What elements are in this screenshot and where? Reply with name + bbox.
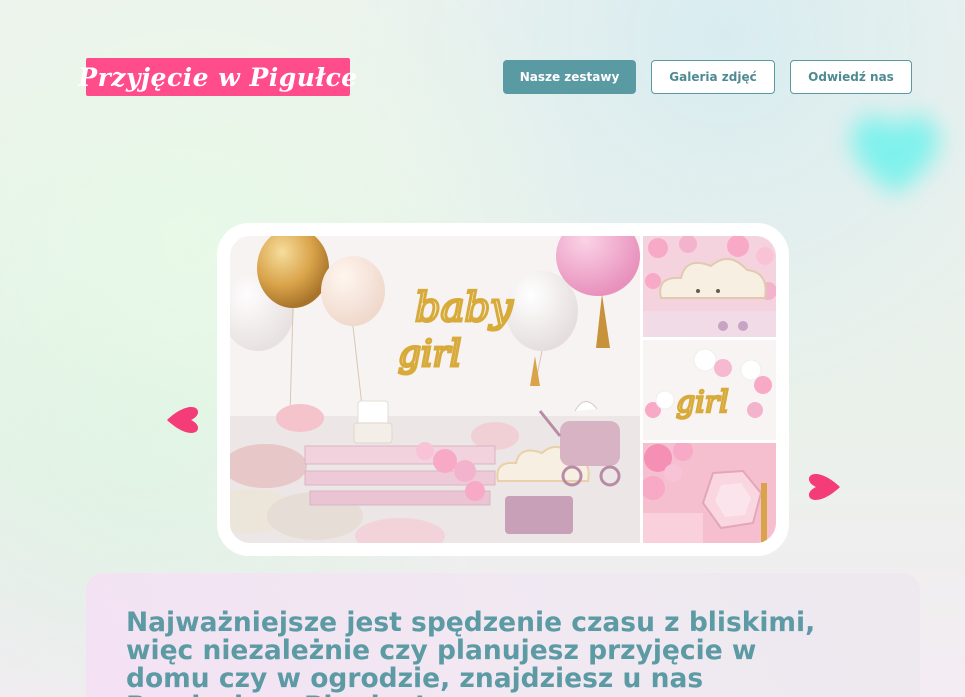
heart-left-arrow-icon bbox=[167, 407, 199, 433]
nav-button-our-sets[interactable]: Nasze zestawy bbox=[503, 60, 636, 94]
carousel-prev-button[interactable] bbox=[165, 401, 199, 439]
carousel-next-button[interactable] bbox=[808, 468, 842, 506]
main-party-photo: baby girl bbox=[230, 236, 640, 543]
girl-foil-text: girl bbox=[398, 334, 461, 375]
baby-foil-text: baby bbox=[415, 285, 514, 331]
decorative-glow-heart bbox=[851, 115, 939, 195]
logo-text: Przyjęcie w Pigułce bbox=[78, 62, 358, 92]
thumbnail-tableware-photo bbox=[643, 443, 776, 543]
nav-button-visit-us[interactable]: Odwiedź nas bbox=[790, 60, 912, 94]
nav-label: Nasze zestawy bbox=[519, 70, 620, 84]
nav-label: Odwiedź nas bbox=[808, 70, 894, 84]
thumbnail-girl-photo: girl bbox=[643, 340, 776, 440]
intro-headline: Najważniejsze jest spędzenie czasu z bli… bbox=[126, 607, 816, 697]
site-logo[interactable]: Przyjęcie w Pigułce bbox=[78, 58, 357, 96]
thumbnail-cloud-photo bbox=[643, 236, 776, 337]
collage-grid: baby girl girl bbox=[230, 236, 776, 543]
girl-foil-thumbnail-text: girl bbox=[676, 385, 729, 420]
heart-right-arrow-icon bbox=[808, 474, 840, 500]
nav-button-photo-gallery[interactable]: Galeria zdjęć bbox=[651, 60, 775, 94]
carousel-collage: baby girl girl bbox=[217, 223, 789, 556]
nav-label: Galeria zdjęć bbox=[669, 70, 757, 84]
